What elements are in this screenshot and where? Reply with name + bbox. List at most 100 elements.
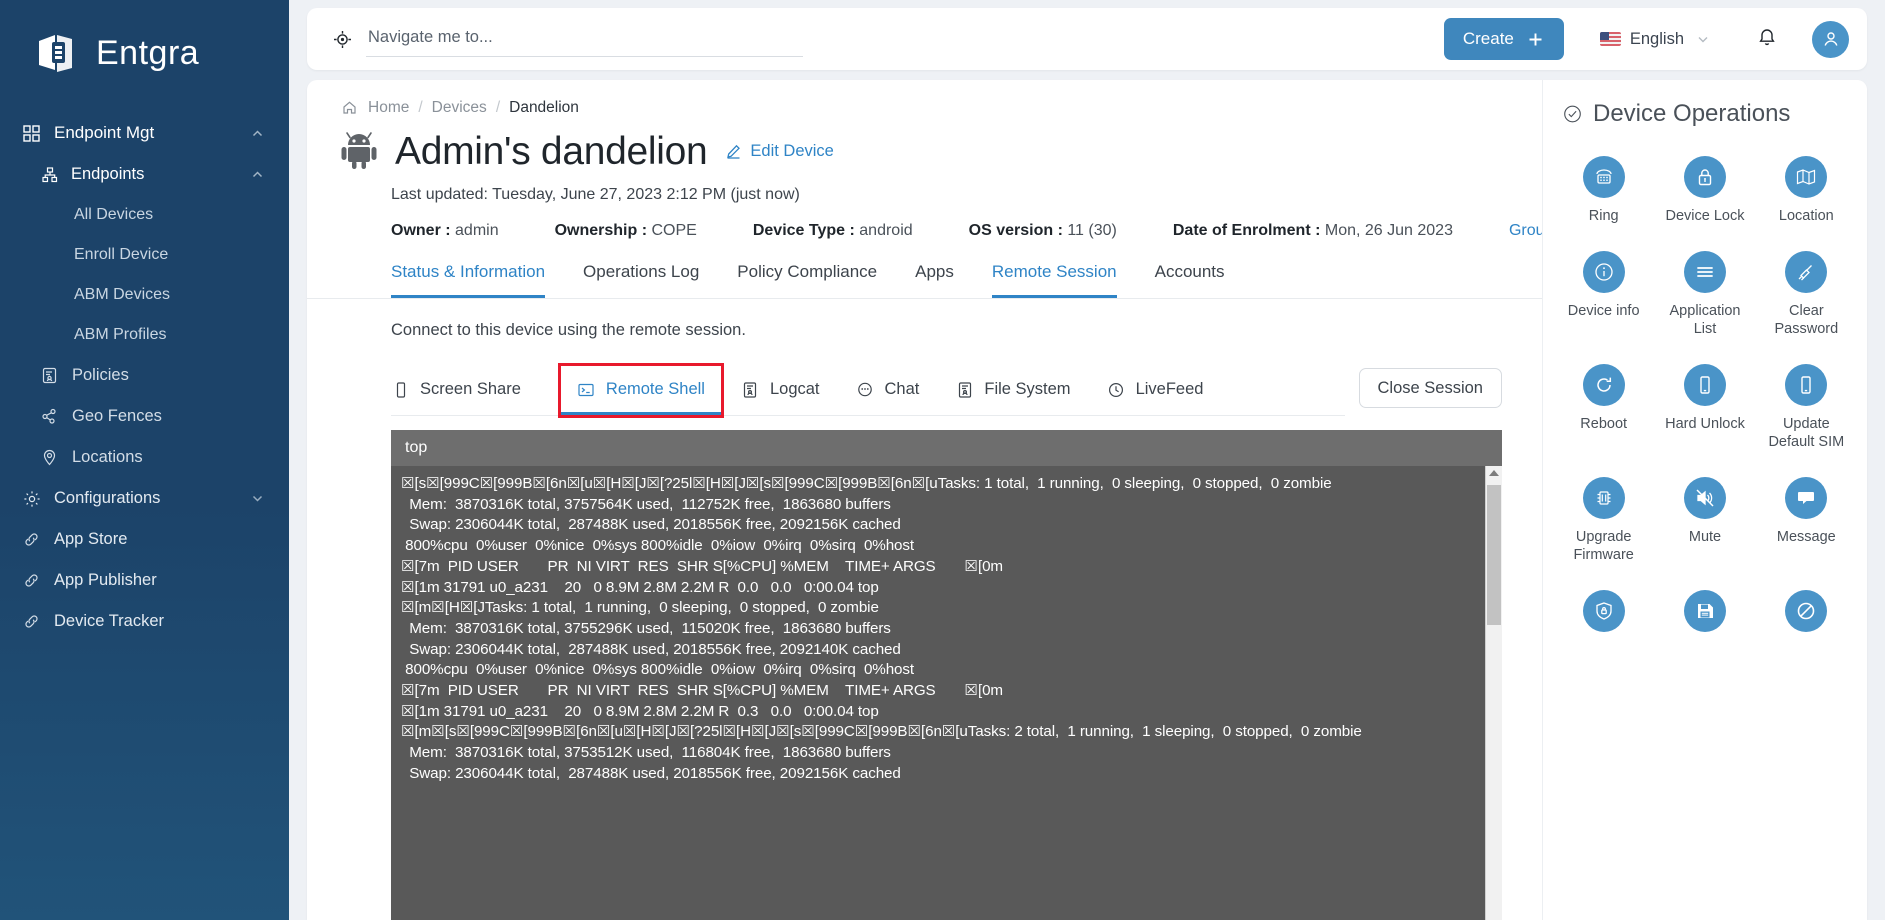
operation-clear-password[interactable]: Clear Password <box>1756 241 1857 350</box>
map-icon <box>1785 156 1828 198</box>
sidebar-item-all-devices[interactable]: All Devices <box>0 195 289 235</box>
meta-os-version-label: OS version : <box>968 222 1063 239</box>
brand-name: Entgra <box>96 33 200 72</box>
subtab-file-system[interactable]: File System <box>955 380 1071 415</box>
gear-icon <box>22 489 41 508</box>
tab-status-information[interactable]: Status & Information <box>391 262 546 298</box>
sitemap-icon <box>40 165 59 184</box>
meta-ownership-value: COPE <box>651 222 697 239</box>
search-input[interactable] <box>366 21 803 57</box>
link-icon <box>22 530 41 549</box>
breadcrumb: Home / Devices / Dandelion <box>307 98 1542 117</box>
operation-save-disk[interactable] <box>1654 580 1755 653</box>
logcat-icon <box>741 380 760 399</box>
language-selector[interactable]: English <box>1599 30 1712 49</box>
close-session-button[interactable]: Close Session <box>1358 368 1502 408</box>
operation-shield-lock[interactable] <box>1553 580 1654 653</box>
operation-reboot[interactable]: Reboot <box>1553 354 1654 463</box>
terminal-scrollbar[interactable] <box>1485 466 1502 920</box>
subtab-screen-share[interactable]: Screen Share <box>391 380 521 415</box>
operation-device-info[interactable]: Device info <box>1553 241 1654 350</box>
notifications-button[interactable] <box>1756 26 1778 53</box>
brand-logo[interactable]: Entgra <box>0 0 289 78</box>
sidebar-item-app-publisher[interactable]: App Publisher <box>0 560 289 601</box>
edit-device-link[interactable]: Edit Device <box>724 142 834 161</box>
device-details-pane: Home / Devices / Dandelion Admin's dande… <box>307 80 1561 920</box>
tab-apps[interactable]: Apps <box>915 262 954 298</box>
chevron-down-icon <box>248 489 267 508</box>
terminal-body[interactable]: ☒[s☒[999C☒[999B☒[6n☒[u☒[H☒[J☒[?25l☒[H☒[J… <box>391 466 1502 920</box>
user-avatar[interactable] <box>1812 20 1849 58</box>
operation-upgrade-firmware[interactable]: Upgrade Firmware <box>1553 467 1654 576</box>
operation-prohibit[interactable] <box>1756 580 1857 653</box>
sidebar-item-enroll-device[interactable]: Enroll Device <box>0 235 289 275</box>
phone-screen-icon <box>391 380 410 399</box>
sidebar-item-geo-fences[interactable]: Geo Fences <box>0 396 289 437</box>
navigate-search <box>333 21 803 57</box>
operation-device-lock[interactable]: Device Lock <box>1654 146 1755 237</box>
edit-device-label: Edit Device <box>750 142 834 160</box>
device-title-row: Admin's dandelion Edit Device <box>307 117 1542 174</box>
breadcrumb-home[interactable]: Home <box>368 99 409 117</box>
remote-session-panel: Connect to this device using the remote … <box>307 299 1542 920</box>
sidebar-subgroup-endpoints[interactable]: Endpoints <box>0 154 289 195</box>
pencil-icon <box>724 142 743 161</box>
lock-icon <box>1683 156 1726 198</box>
operation-ring[interactable]: Ring <box>1553 146 1654 237</box>
session-subtabs: Screen Share Remote Shell Logcat Chat Fi… <box>391 363 1345 418</box>
page-title: Admin's dandelion <box>395 129 708 173</box>
sidebar-item-label: Policies <box>72 366 129 384</box>
sidebar-item-abm-profiles[interactable]: ABM Profiles <box>0 315 289 355</box>
create-button-label: Create <box>1462 29 1514 48</box>
chevron-up-icon <box>248 124 267 143</box>
subtab-label: Remote Shell <box>605 380 705 398</box>
sidebar-item-locations[interactable]: Locations <box>0 437 289 478</box>
sidebar-nav: Endpoint Mgt Endpoints All Devices Enrol… <box>0 112 289 642</box>
operation-label: Location <box>1778 208 1834 224</box>
sidebar-item-label: Locations <box>72 448 143 466</box>
tab-operations-log[interactable]: Operations Log <box>583 262 699 298</box>
chat-bubble-icon <box>856 380 875 399</box>
create-button[interactable]: Create <box>1443 18 1564 60</box>
operation-application-list[interactable]: Application List <box>1654 241 1755 350</box>
operation-label: Device Lock <box>1665 208 1745 224</box>
tab-policy-compliance[interactable]: Policy Compliance <box>737 262 877 298</box>
subtab-remote-shell[interactable]: Remote Shell <box>557 363 724 418</box>
operations-grid: Ring Device Lock Location Device info Ap… <box>1543 128 1867 653</box>
sidebar-item-abm-devices[interactable]: ABM Devices <box>0 275 289 315</box>
sidebar-group-endpoint-mgt[interactable]: Endpoint Mgt <box>0 112 289 154</box>
operation-update-default-sim[interactable]: Update Default SIM <box>1756 354 1857 463</box>
sidebar-item-device-tracker[interactable]: Device Tracker <box>0 601 289 642</box>
topbar: Create English <box>307 8 1867 70</box>
meta-owner-value: admin <box>455 222 499 239</box>
home-icon <box>340 98 359 117</box>
operation-hard-unlock[interactable]: Hard Unlock <box>1654 354 1755 463</box>
meta-device-type-value: android <box>859 222 913 239</box>
device-tabs: Status & Information Operations Log Poli… <box>307 240 1542 299</box>
tab-accounts[interactable]: Accounts <box>1155 262 1225 298</box>
breadcrumb-current: Dandelion <box>509 98 579 116</box>
chip-icon <box>1582 477 1625 519</box>
operation-location[interactable]: Location <box>1756 146 1857 237</box>
terminal-prompt-icon <box>577 380 596 399</box>
info-icon <box>1582 251 1625 293</box>
scroll-up-arrow-icon[interactable] <box>1489 470 1499 476</box>
subtab-livefeed[interactable]: LiveFeed <box>1107 380 1203 415</box>
scrollbar-thumb[interactable] <box>1487 485 1501 625</box>
reboot-icon <box>1582 364 1625 406</box>
operation-label: Application List <box>1669 303 1741 337</box>
sidebar-item-app-store[interactable]: App Store <box>0 519 289 560</box>
operation-label: Clear Password <box>1774 303 1839 337</box>
operation-mute[interactable]: Mute <box>1654 467 1755 576</box>
breadcrumb-separator: / <box>418 98 423 116</box>
sidebar-group-configurations[interactable]: Configurations <box>0 478 289 519</box>
subtab-logcat[interactable]: Logcat <box>741 380 820 415</box>
tab-remote-session[interactable]: Remote Session <box>991 262 1117 298</box>
subtab-chat[interactable]: Chat <box>856 380 919 415</box>
breadcrumb-devices[interactable]: Devices <box>432 99 487 117</box>
device-meta-row: Owner : admin Ownership : COPE Device Ty… <box>307 204 1561 240</box>
sidebar-item-policies[interactable]: Policies <box>0 355 289 396</box>
operation-message[interactable]: Message <box>1756 467 1857 576</box>
chevron-down-icon <box>1693 30 1712 49</box>
terminal-command: top <box>391 430 1502 466</box>
